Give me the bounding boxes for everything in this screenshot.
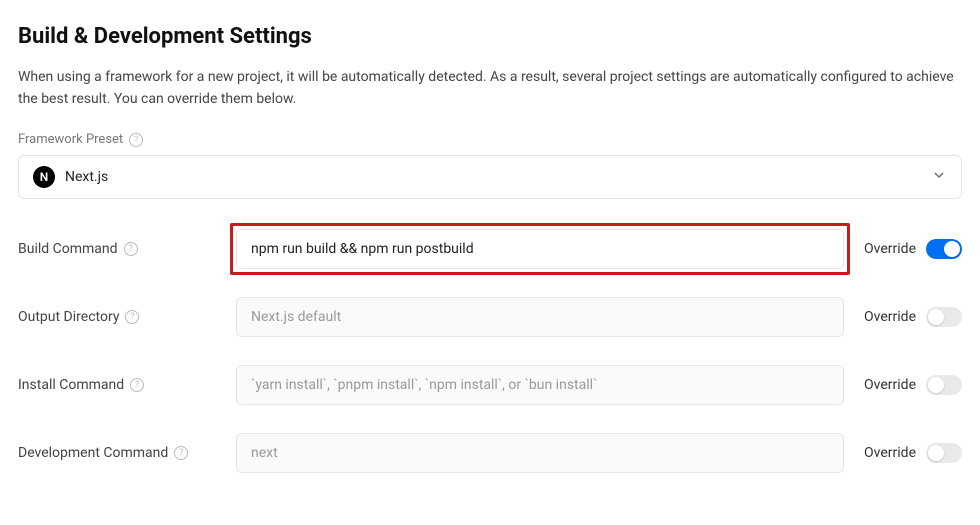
chevron-down-icon — [931, 167, 947, 187]
output-directory-override-toggle[interactable] — [926, 307, 962, 327]
framework-preset-label-text: Framework Preset — [18, 132, 123, 147]
install-command-input — [236, 365, 844, 405]
help-icon[interactable]: ? — [174, 446, 188, 460]
development-command-row: Development Command ? Override — [18, 433, 962, 473]
output-directory-input — [236, 297, 844, 337]
framework-preset-select[interactable]: N Next.js — [18, 155, 962, 199]
output-directory-label-text: Output Directory — [18, 309, 119, 325]
development-command-label-text: Development Command — [18, 445, 168, 461]
build-command-row: Build Command ? Override — [18, 229, 962, 269]
output-directory-label: Output Directory ? — [18, 309, 228, 325]
build-command-label: Build Command ? — [18, 241, 228, 257]
help-icon[interactable]: ? — [125, 310, 139, 324]
development-command-label: Development Command ? — [18, 445, 228, 461]
development-command-override-toggle[interactable] — [926, 443, 962, 463]
help-icon[interactable]: ? — [124, 242, 138, 256]
help-icon[interactable]: ? — [129, 133, 143, 147]
help-icon[interactable]: ? — [130, 378, 144, 392]
page-title: Build & Development Settings — [18, 24, 962, 49]
build-command-label-text: Build Command — [18, 241, 118, 257]
framework-preset-label: Framework Preset ? — [18, 132, 962, 147]
install-command-override-toggle[interactable] — [926, 375, 962, 395]
nextjs-icon: N — [33, 166, 55, 188]
override-label: Override — [864, 445, 916, 461]
install-command-label: Install Command ? — [18, 377, 228, 393]
override-label: Override — [864, 241, 916, 257]
output-directory-row: Output Directory ? Override — [18, 297, 962, 337]
build-command-input[interactable] — [236, 229, 844, 269]
build-command-override-toggle[interactable] — [926, 239, 962, 259]
page-description: When using a framework for a new project… — [18, 67, 962, 110]
install-command-label-text: Install Command — [18, 377, 124, 393]
install-command-row: Install Command ? Override — [18, 365, 962, 405]
override-label: Override — [864, 309, 916, 325]
override-label: Override — [864, 377, 916, 393]
development-command-input — [236, 433, 844, 473]
framework-preset-value: Next.js — [65, 169, 108, 185]
